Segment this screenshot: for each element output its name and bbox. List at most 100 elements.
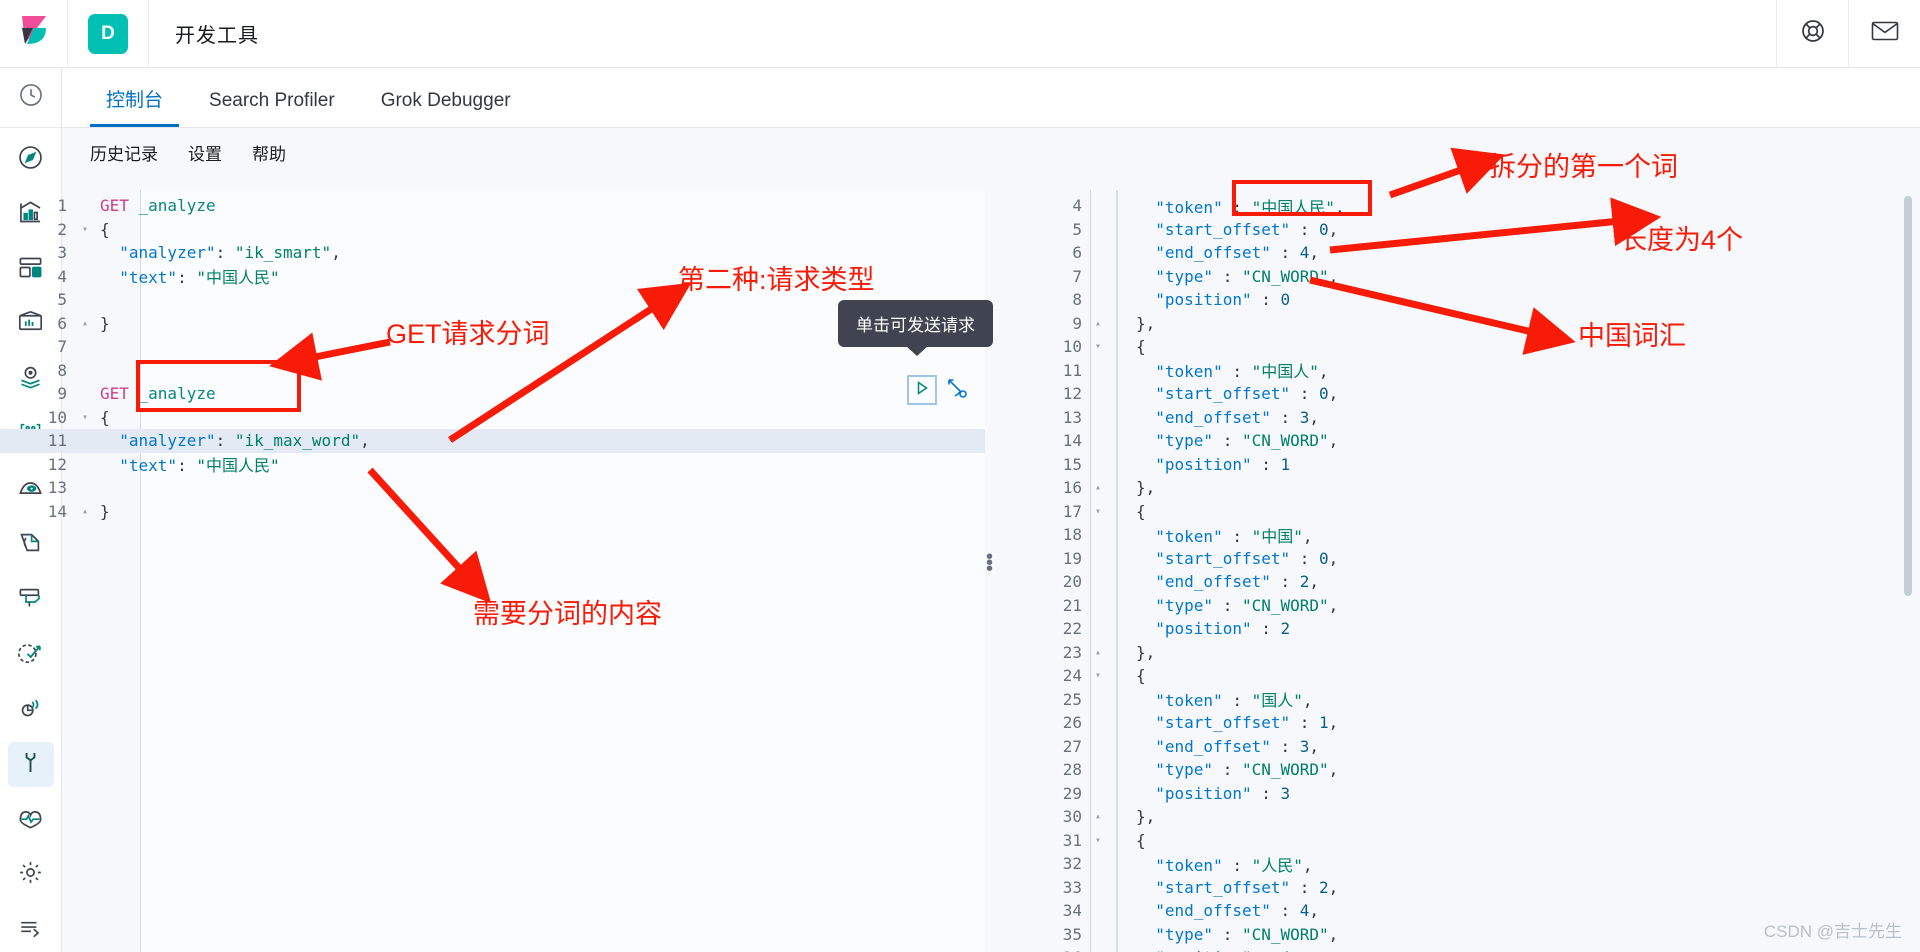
response-line[interactable]: 26 "start_offset" : 1, bbox=[1010, 711, 1900, 735]
response-line[interactable]: 14 "type" : "CN_WORD", bbox=[1010, 429, 1900, 453]
menu-item-settings[interactable]: 设置 bbox=[188, 140, 222, 165]
code-token: : bbox=[1213, 266, 1242, 286]
fold-toggle-icon[interactable]: ▴ bbox=[1090, 318, 1106, 329]
sidebar-collapse-toggle[interactable] bbox=[8, 907, 54, 952]
help-button[interactable] bbox=[1776, 0, 1848, 68]
line-number: 22 bbox=[1062, 619, 1082, 639]
fold-toggle-icon[interactable]: ▾ bbox=[1090, 670, 1106, 681]
response-line[interactable]: 22 "position" : 2 bbox=[1010, 617, 1900, 641]
sidebar-item-dev-tools[interactable] bbox=[7, 742, 54, 788]
fold-toggle-icon[interactable]: ▾ bbox=[1090, 835, 1106, 846]
code-token: , bbox=[1328, 760, 1339, 780]
run-request-button[interactable] bbox=[907, 375, 937, 405]
response-line[interactable]: 10 ▾ { bbox=[1010, 335, 1900, 359]
response-line[interactable]: 25 "token" : "国人", bbox=[1010, 688, 1900, 712]
response-line[interactable]: 24 ▾ { bbox=[1010, 664, 1900, 688]
code-token: 0 bbox=[1319, 219, 1329, 239]
sidebar-item-logs[interactable] bbox=[8, 523, 54, 568]
response-scrollbar[interactable] bbox=[1904, 196, 1912, 596]
response-line[interactable]: 20 "end_offset" : 2, bbox=[1010, 570, 1900, 594]
editor-actions-menu-button[interactable] bbox=[943, 376, 971, 404]
fold-toggle-icon[interactable]: ▴ bbox=[1090, 811, 1106, 822]
response-line[interactable]: 15 "position" : 1 bbox=[1010, 453, 1900, 477]
response-line[interactable]: 8 "position" : 0 bbox=[1010, 288, 1900, 312]
code-token: "analyzer" bbox=[100, 243, 216, 263]
sidebar-item-management[interactable] bbox=[8, 852, 54, 897]
sidebar-item-apm[interactable] bbox=[8, 578, 54, 623]
code-token: , bbox=[1309, 572, 1320, 592]
response-line[interactable]: 36 "position" : 4 bbox=[1010, 946, 1900, 952]
tab-grok-debugger[interactable]: Grok Debugger bbox=[365, 91, 527, 127]
uptime-check-arrow-icon bbox=[15, 639, 46, 671]
sidebar-item-uptime[interactable] bbox=[8, 632, 54, 677]
line-number: 4 bbox=[1072, 196, 1082, 216]
news-mail-button[interactable] bbox=[1848, 0, 1920, 68]
response-line[interactable]: 30 ▴}, bbox=[1010, 805, 1900, 829]
response-line[interactable]: 12 "start_offset" : 0, bbox=[1010, 382, 1900, 406]
sidebar-item-discover[interactable] bbox=[8, 138, 54, 183]
fold-toggle-icon[interactable]: ▾ bbox=[1090, 506, 1106, 517]
kibana-logo-button[interactable] bbox=[0, 0, 68, 68]
response-line[interactable]: 21 "type" : "CN_WORD", bbox=[1010, 594, 1900, 618]
code-token: "CN_WORD" bbox=[1241, 924, 1329, 944]
fold-toggle-icon[interactable]: ▾ bbox=[78, 224, 92, 235]
editor-line[interactable]: 14 ▴} bbox=[0, 500, 985, 524]
response-line[interactable]: 17 ▾ { bbox=[1010, 500, 1900, 524]
line-number: 28 bbox=[1062, 760, 1082, 780]
fold-toggle-icon[interactable]: ▾ bbox=[78, 412, 92, 423]
response-line[interactable]: 32 "token" : "人民", bbox=[1010, 852, 1900, 876]
code-token: "人民" bbox=[1251, 855, 1303, 875]
code-token: "position" bbox=[1136, 783, 1252, 803]
response-line[interactable]: 13 "end_offset" : 3, bbox=[1010, 406, 1900, 430]
menu-item-help[interactable]: 帮助 bbox=[252, 140, 286, 165]
response-line[interactable]: 28 "type" : "CN_WORD", bbox=[1010, 758, 1900, 782]
fold-toggle-icon[interactable]: ▴ bbox=[1090, 647, 1106, 658]
editor-line[interactable]: 2 ▾ { bbox=[0, 218, 985, 242]
editor-action-buttons bbox=[907, 375, 971, 405]
code-token: }, bbox=[1136, 642, 1156, 662]
response-line[interactable]: 11 "token" : "中国人", bbox=[1010, 359, 1900, 383]
code-token: 0 bbox=[1280, 290, 1291, 310]
response-line[interactable]: 9 ▴}, bbox=[1010, 312, 1900, 336]
tab-search-profiler[interactable]: Search Profiler bbox=[193, 91, 351, 127]
highlight-box-first-token bbox=[1232, 180, 1372, 216]
response-line[interactable]: 19 "start_offset" : 0, bbox=[1010, 547, 1900, 571]
response-line[interactable]: 27 "end_offset" : 3, bbox=[1010, 735, 1900, 759]
kebab-dot-3: • bbox=[986, 558, 994, 580]
line-number: 7 bbox=[57, 337, 67, 357]
response-line[interactable]: 6 "end_offset" : 4, bbox=[1010, 241, 1900, 265]
fold-toggle-icon[interactable]: ▴ bbox=[78, 318, 92, 329]
code-token: : bbox=[1213, 760, 1242, 780]
app-badge-container[interactable]: D bbox=[68, 0, 149, 68]
response-editor-lines[interactable]: 4 "token" : "中国人民", 5 "start_offset" : 0,… bbox=[1010, 194, 1900, 952]
response-line[interactable]: 23 ▴}, bbox=[1010, 641, 1900, 665]
editor-line[interactable]: 12 "text": "中国人民" bbox=[0, 453, 985, 477]
sidebar-item-monitoring[interactable] bbox=[8, 797, 54, 842]
response-line[interactable]: 31 ▾ { bbox=[1010, 829, 1900, 853]
editor-line[interactable]: 1 GET _analyze bbox=[0, 194, 985, 218]
fold-toggle-icon[interactable]: ▴ bbox=[78, 506, 92, 517]
response-line[interactable]: 7 "type" : "CN_WORD", bbox=[1010, 265, 1900, 289]
response-line[interactable]: 18 "token" : "中国", bbox=[1010, 523, 1900, 547]
code-token: : bbox=[1222, 855, 1252, 875]
code-text: "end_offset" : 4, bbox=[1106, 901, 1319, 920]
response-line[interactable]: 33 "start_offset" : 2, bbox=[1010, 876, 1900, 900]
response-line[interactable]: 29 "position" : 3 bbox=[1010, 782, 1900, 806]
tab-console[interactable]: 控制台 bbox=[90, 91, 180, 127]
recently-viewed-button[interactable] bbox=[0, 68, 61, 128]
response-line[interactable]: 4 "token" : "中国人民", bbox=[1010, 194, 1900, 218]
code-token: : bbox=[1222, 362, 1252, 382]
editor-resize-handle[interactable]: • • • bbox=[986, 547, 994, 580]
menu-item-history[interactable]: 历史记录 bbox=[90, 140, 158, 165]
code-token: , bbox=[1328, 384, 1339, 404]
response-line[interactable]: 5 "start_offset" : 0, bbox=[1010, 218, 1900, 242]
line-number: 27 bbox=[1062, 736, 1082, 756]
editor-line[interactable]: 13 bbox=[0, 476, 985, 500]
fold-toggle-icon[interactable]: ▾ bbox=[1090, 341, 1106, 352]
line-number: 34 bbox=[1062, 901, 1082, 921]
editor-line[interactable]: 11 "analyzer": "ik_max_word", bbox=[0, 429, 985, 453]
sidebar-item-siem[interactable] bbox=[8, 687, 54, 732]
fold-toggle-icon[interactable]: ▴ bbox=[1090, 482, 1106, 493]
request-editor-lines[interactable]: 1 GET _analyze 2 ▾ {3 "analyzer": "ik_smart"… bbox=[0, 194, 985, 523]
response-line[interactable]: 16 ▴}, bbox=[1010, 476, 1900, 500]
